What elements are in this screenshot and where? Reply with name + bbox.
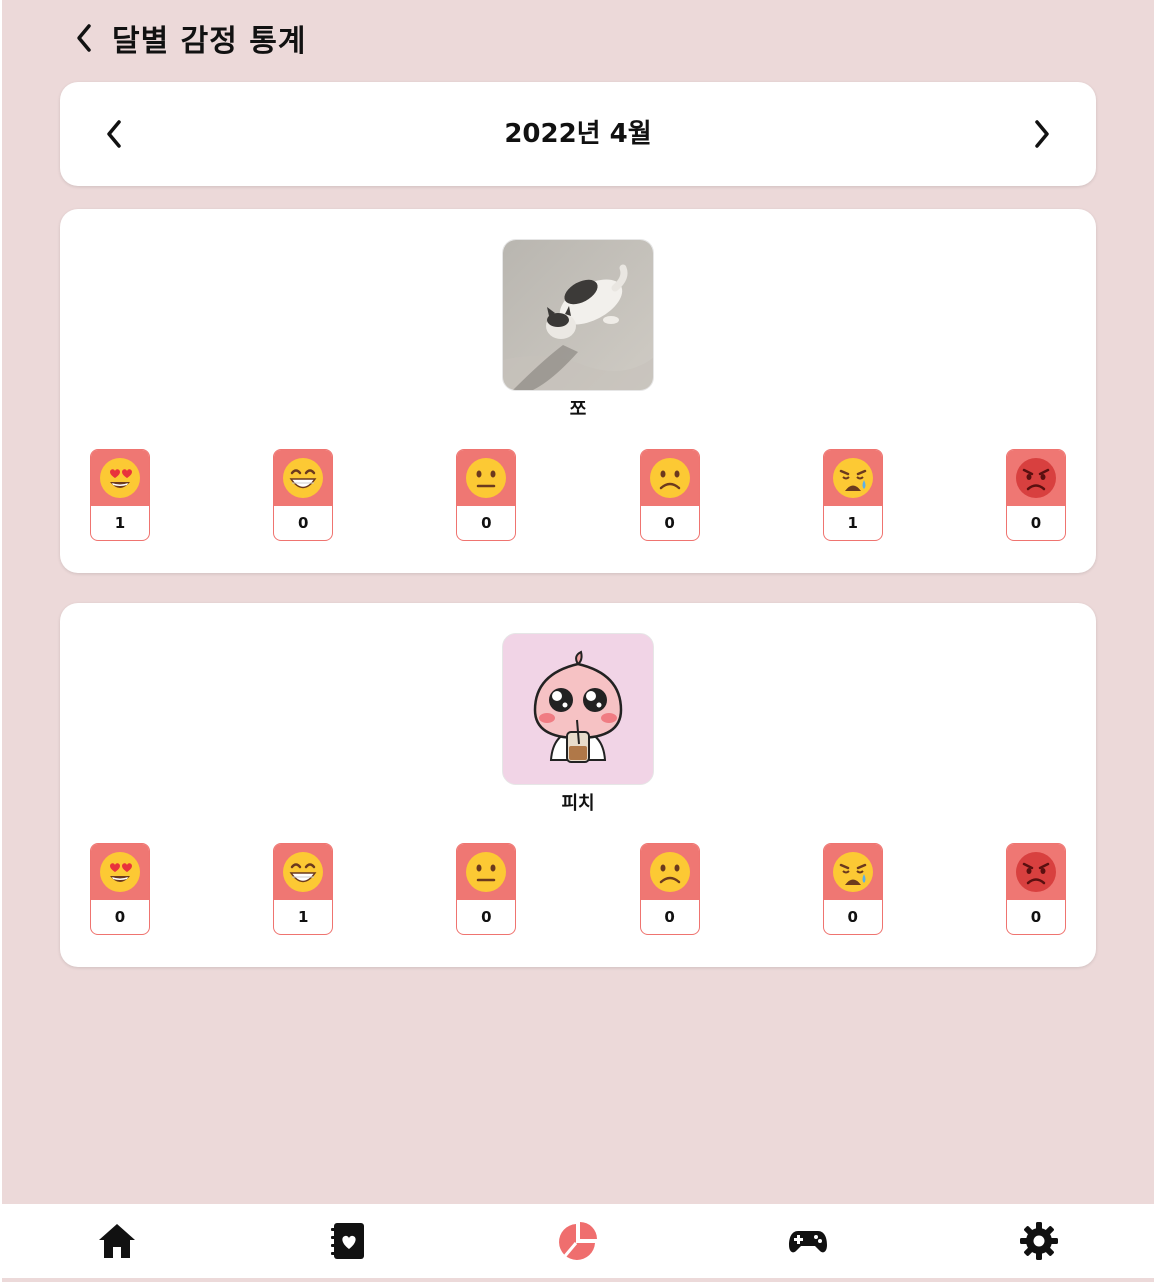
pet-stat-card: 피치 0 1 0 0 0 0 <box>60 603 1096 967</box>
emotion-neutral-count[interactable]: 0 <box>456 843 517 935</box>
emotion-crying-count[interactable]: 1 <box>822 449 883 541</box>
emotion-count-value: 0 <box>1030 908 1042 926</box>
nav-home[interactable] <box>87 1211 147 1271</box>
page-title: 달별 감정 통계 <box>112 24 307 59</box>
emotion-crying-count[interactable]: 0 <box>822 843 883 935</box>
page-header: 달별 감정 통계 <box>70 16 307 60</box>
sad-emoji-icon <box>649 458 690 498</box>
home-icon <box>99 1224 136 1258</box>
pet-name: 피치 <box>561 793 595 814</box>
neutral-emoji-icon <box>466 458 507 498</box>
crying-emoji-icon <box>832 852 873 892</box>
emotion-angry-count[interactable]: 0 <box>1005 843 1066 935</box>
nav-game[interactable] <box>778 1211 838 1271</box>
grinning-emoji-icon <box>283 458 324 498</box>
settings-gear-icon <box>1019 1222 1058 1260</box>
app-screen: 달별 감정 통계 2022년 4월 쪼 1 0 0 0 1 0 피치 0 1 0… <box>2 0 1154 1282</box>
pet-name: 쪼 <box>569 399 587 420</box>
month-selector: 2022년 4월 <box>60 82 1096 186</box>
pet-photo-cat <box>502 239 654 391</box>
diary-icon <box>330 1223 364 1259</box>
angry-emoji-icon <box>1015 852 1056 892</box>
month-label: 2022년 4월 <box>504 119 652 149</box>
emotion-count-value: 0 <box>114 908 126 926</box>
emotion-count-value: 0 <box>297 514 309 532</box>
nav-diary[interactable] <box>318 1211 378 1271</box>
heart-eyes-emoji-icon <box>100 852 140 892</box>
crying-emoji-icon <box>832 458 873 498</box>
neutral-emoji-icon <box>466 852 507 892</box>
emotion-count-value: 1 <box>847 514 858 532</box>
emotion-count-row: 0 1 0 0 0 0 <box>90 843 1066 935</box>
heart-eyes-emoji-icon <box>100 458 140 498</box>
angry-emoji-icon <box>1015 458 1056 498</box>
gamepad-icon <box>789 1231 828 1253</box>
emotion-count-value: 1 <box>114 514 126 532</box>
emotion-count-value: 0 <box>664 514 675 532</box>
next-month-button[interactable] <box>1022 114 1062 154</box>
emotion-count-value: 0 <box>1030 514 1042 532</box>
emotion-happy-count[interactable]: 1 <box>273 843 334 935</box>
emotion-sad-count[interactable]: 0 <box>639 449 700 541</box>
back-button[interactable] <box>70 18 98 58</box>
nav-settings[interactable] <box>1009 1211 1069 1271</box>
pie-chart-icon <box>558 1222 597 1260</box>
pet-photo-peach <box>502 633 654 785</box>
emotion-count-value: 0 <box>481 514 492 532</box>
emotion-count-row: 1 0 0 0 1 0 <box>90 449 1066 541</box>
emotion-love-count[interactable]: 1 <box>90 449 150 541</box>
emotion-love-count[interactable]: 0 <box>90 843 150 935</box>
chevron-right-icon <box>1035 120 1049 148</box>
pet-stat-card: 쪼 1 0 0 0 1 0 <box>60 209 1096 573</box>
emotion-count-value: 0 <box>664 908 675 926</box>
emotion-count-value: 0 <box>847 908 858 926</box>
emotion-angry-count[interactable]: 0 <box>1005 449 1066 541</box>
grinning-emoji-icon <box>283 852 324 892</box>
nav-statistics[interactable] <box>548 1211 608 1271</box>
emotion-happy-count[interactable]: 0 <box>273 449 334 541</box>
emotion-count-value: 1 <box>297 908 309 926</box>
emotion-sad-count[interactable]: 0 <box>639 843 700 935</box>
emotion-count-value: 0 <box>481 908 492 926</box>
chevron-left-icon <box>77 24 91 52</box>
bottom-navigation <box>2 1204 1154 1278</box>
sad-emoji-icon <box>649 852 690 892</box>
emotion-neutral-count[interactable]: 0 <box>456 449 517 541</box>
